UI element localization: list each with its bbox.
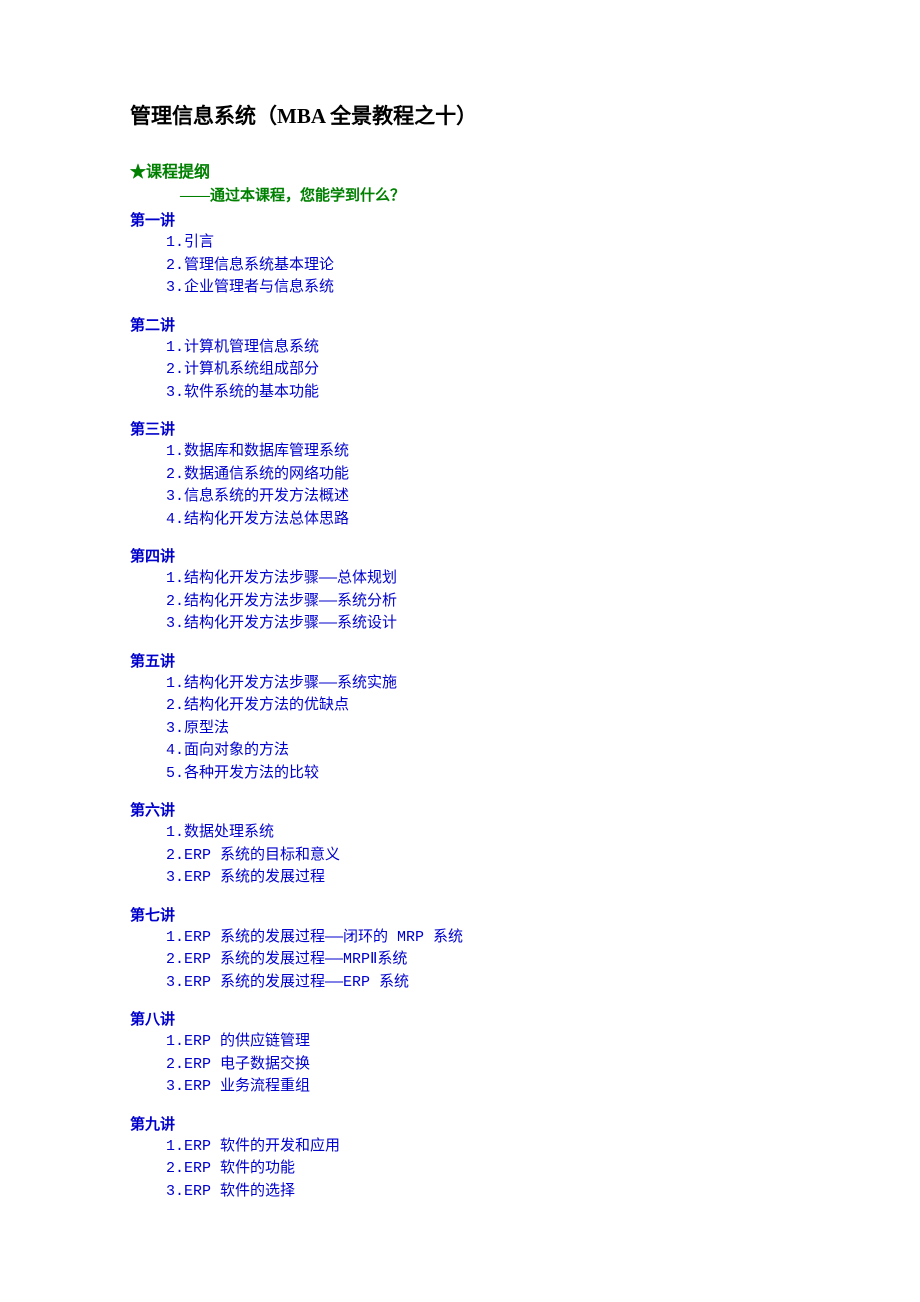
lecture-item: 3.信息系统的开发方法概述 — [166, 486, 790, 509]
lecture-item: 2.ERP 电子数据交换 — [166, 1054, 790, 1077]
lecture-item: 1.计算机管理信息系统 — [166, 337, 790, 360]
lecture-items: 1.数据库和数据库管理系统2.数据通信系统的网络功能3.信息系统的开发方法概述4… — [166, 441, 790, 531]
lecture-item: 2.ERP 系统的目标和意义 — [166, 845, 790, 868]
lecture-item: 3.ERP 业务流程重组 — [166, 1076, 790, 1099]
lecture-item: 1.数据处理系统 — [166, 822, 790, 845]
lecture-heading: 第五讲 — [130, 650, 790, 671]
lecture-item: 5.各种开发方法的比较 — [166, 763, 790, 786]
lecture-item: 3.企业管理者与信息系统 — [166, 277, 790, 300]
lecture-item: 4.结构化开发方法总体思路 — [166, 509, 790, 532]
lecture-items: 1.ERP 的供应链管理2.ERP 电子数据交换3.ERP 业务流程重组 — [166, 1031, 790, 1099]
outline-header: 课程提纲 — [146, 164, 210, 181]
lecture-item: 3.ERP 软件的选择 — [166, 1181, 790, 1204]
lecture-item: 3.结构化开发方法步骤——系统设计 — [166, 613, 790, 636]
lecture-item: 1.数据库和数据库管理系统 — [166, 441, 790, 464]
lecture-heading: 第二讲 — [130, 314, 790, 335]
outline-header-line: ★课程提纲 — [130, 158, 790, 182]
lecture-item: 3.软件系统的基本功能 — [166, 382, 790, 405]
lecture-heading: 第六讲 — [130, 799, 790, 820]
lecture-item: 1.ERP 的供应链管理 — [166, 1031, 790, 1054]
lecture-item: 1.结构化开发方法步骤——系统实施 — [166, 673, 790, 696]
lecture-heading: 第三讲 — [130, 418, 790, 439]
lecture-items: 1.结构化开发方法步骤——总体规划2.结构化开发方法步骤——系统分析3.结构化开… — [166, 568, 790, 636]
lecture-item: 2.ERP 软件的功能 — [166, 1158, 790, 1181]
lecture-items: 1.ERP 软件的开发和应用2.ERP 软件的功能3.ERP 软件的选择 — [166, 1136, 790, 1204]
star-icon: ★ — [130, 164, 146, 181]
lecture-item: 3.原型法 — [166, 718, 790, 741]
lecture-item: 2.结构化开发方法步骤——系统分析 — [166, 591, 790, 614]
lecture-heading: 第四讲 — [130, 545, 790, 566]
lecture-item: 1.引言 — [166, 232, 790, 255]
lecture-item: 3.ERP 系统的发展过程——ERP 系统 — [166, 972, 790, 995]
lecture-item: 2.数据通信系统的网络功能 — [166, 464, 790, 487]
lecture-items: 1.引言2.管理信息系统基本理论3.企业管理者与信息系统 — [166, 232, 790, 300]
lecture-item: 2.管理信息系统基本理论 — [166, 255, 790, 278]
lecture-heading: 第一讲 — [130, 209, 790, 230]
page-title: 管理信息系统（MBA 全景教程之十） — [130, 100, 790, 130]
lecture-items: 1.ERP 系统的发展过程——闭环的 MRP 系统2.ERP 系统的发展过程——… — [166, 927, 790, 995]
lecture-item: 1.结构化开发方法步骤——总体规划 — [166, 568, 790, 591]
lecture-item: 1.ERP 系统的发展过程——闭环的 MRP 系统 — [166, 927, 790, 950]
lecture-items: 1.结构化开发方法步骤——系统实施2.结构化开发方法的优缺点3.原型法4.面向对… — [166, 673, 790, 786]
lecture-heading: 第八讲 — [130, 1008, 790, 1029]
lecture-item: 1.ERP 软件的开发和应用 — [166, 1136, 790, 1159]
lecture-item: 2.计算机系统组成部分 — [166, 359, 790, 382]
lecture-heading: 第七讲 — [130, 904, 790, 925]
lecture-items: 1.数据处理系统2.ERP 系统的目标和意义3.ERP 系统的发展过程 — [166, 822, 790, 890]
lecture-item: 2.结构化开发方法的优缺点 — [166, 695, 790, 718]
lecture-item: 3.ERP 系统的发展过程 — [166, 867, 790, 890]
lecture-item: 2.ERP 系统的发展过程——MRPⅡ系统 — [166, 949, 790, 972]
lecture-item: 4.面向对象的方法 — [166, 740, 790, 763]
outline-subheader: ——通过本课程，您能学到什么？ — [180, 184, 790, 205]
lectures-container: 第一讲1.引言2.管理信息系统基本理论3.企业管理者与信息系统第二讲1.计算机管… — [130, 209, 790, 1203]
lecture-heading: 第九讲 — [130, 1113, 790, 1134]
lecture-items: 1.计算机管理信息系统2.计算机系统组成部分3.软件系统的基本功能 — [166, 337, 790, 405]
